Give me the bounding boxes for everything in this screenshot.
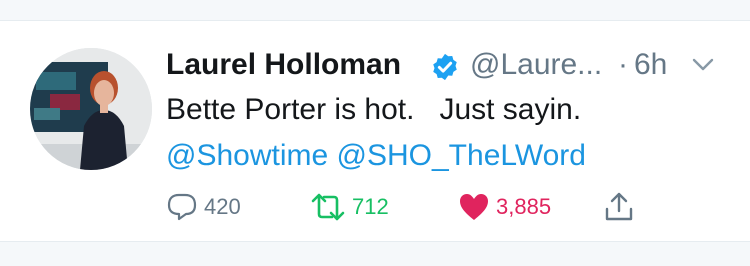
verified-badge-icon <box>433 53 457 81</box>
share-icon <box>605 192 633 221</box>
mention-showtime[interactable]: @Showtime <box>166 139 328 172</box>
like-count: 3,885 <box>496 194 552 219</box>
avatar-image <box>30 48 152 170</box>
retweet-icon <box>311 193 345 221</box>
tweet-mentions: @Showtime @SHO_TheLWord <box>166 133 726 179</box>
next-tweet-divider <box>0 241 750 266</box>
separator-dot: · <box>618 48 628 81</box>
previous-tweet-divider <box>0 0 750 21</box>
retweet-button[interactable]: 712 <box>310 189 389 225</box>
tweet-card[interactable]: Laurel Holloman @Laure... · 6h Bette Por… <box>0 21 750 241</box>
like-button[interactable]: 3,885 <box>458 189 551 225</box>
avatar[interactable] <box>30 48 152 170</box>
reply-count: 420 <box>204 194 241 219</box>
reply-button[interactable]: 420 <box>166 189 241 225</box>
display-name[interactable]: Laurel Holloman <box>166 47 401 83</box>
retweet-count: 712 <box>352 194 389 219</box>
tweet-text: Bette Porter is hot. Just sayin. <box>166 93 582 126</box>
heart-icon <box>460 194 488 220</box>
tweet-timestamp[interactable]: 6h <box>634 47 667 83</box>
share-button[interactable] <box>604 189 634 225</box>
user-handle[interactable]: @Laure... <box>470 47 602 83</box>
tweet-actions: 420 712 3,885 <box>166 189 666 225</box>
mention-sho-thelword[interactable]: @SHO_TheLWord <box>337 139 586 172</box>
tweet-header: Laurel Holloman @Laure... · 6h <box>166 47 726 87</box>
chevron-down-icon[interactable] <box>692 57 714 73</box>
reply-icon <box>167 193 197 221</box>
